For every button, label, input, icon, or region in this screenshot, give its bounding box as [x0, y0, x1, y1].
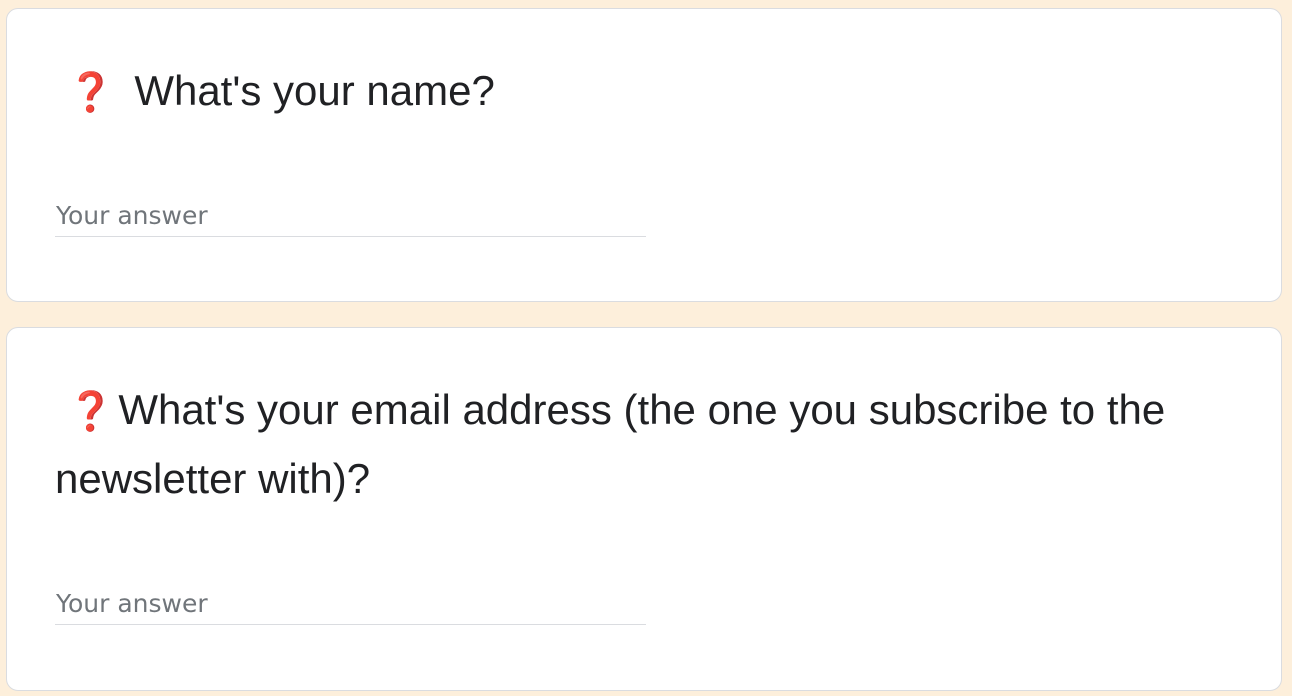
question-text-name: What's your name? [134, 67, 495, 114]
answer-field-name [55, 195, 646, 237]
answer-field-email [55, 583, 646, 625]
question-card-email: ❓What's your email address (the one you … [6, 327, 1282, 691]
question-title-name: ❓ What's your name? [55, 57, 1241, 126]
red-question-mark-icon: ❓ [67, 388, 115, 433]
question-card-name: ❓ What's your name? [6, 8, 1282, 302]
name-input[interactable] [55, 195, 646, 236]
question-title-email: ❓What's your email address (the one you … [55, 376, 1241, 513]
email-input[interactable] [55, 583, 646, 624]
red-question-mark-icon: ❓ [67, 69, 115, 114]
question-text-email: What's your email address (the one you s… [55, 386, 1166, 502]
